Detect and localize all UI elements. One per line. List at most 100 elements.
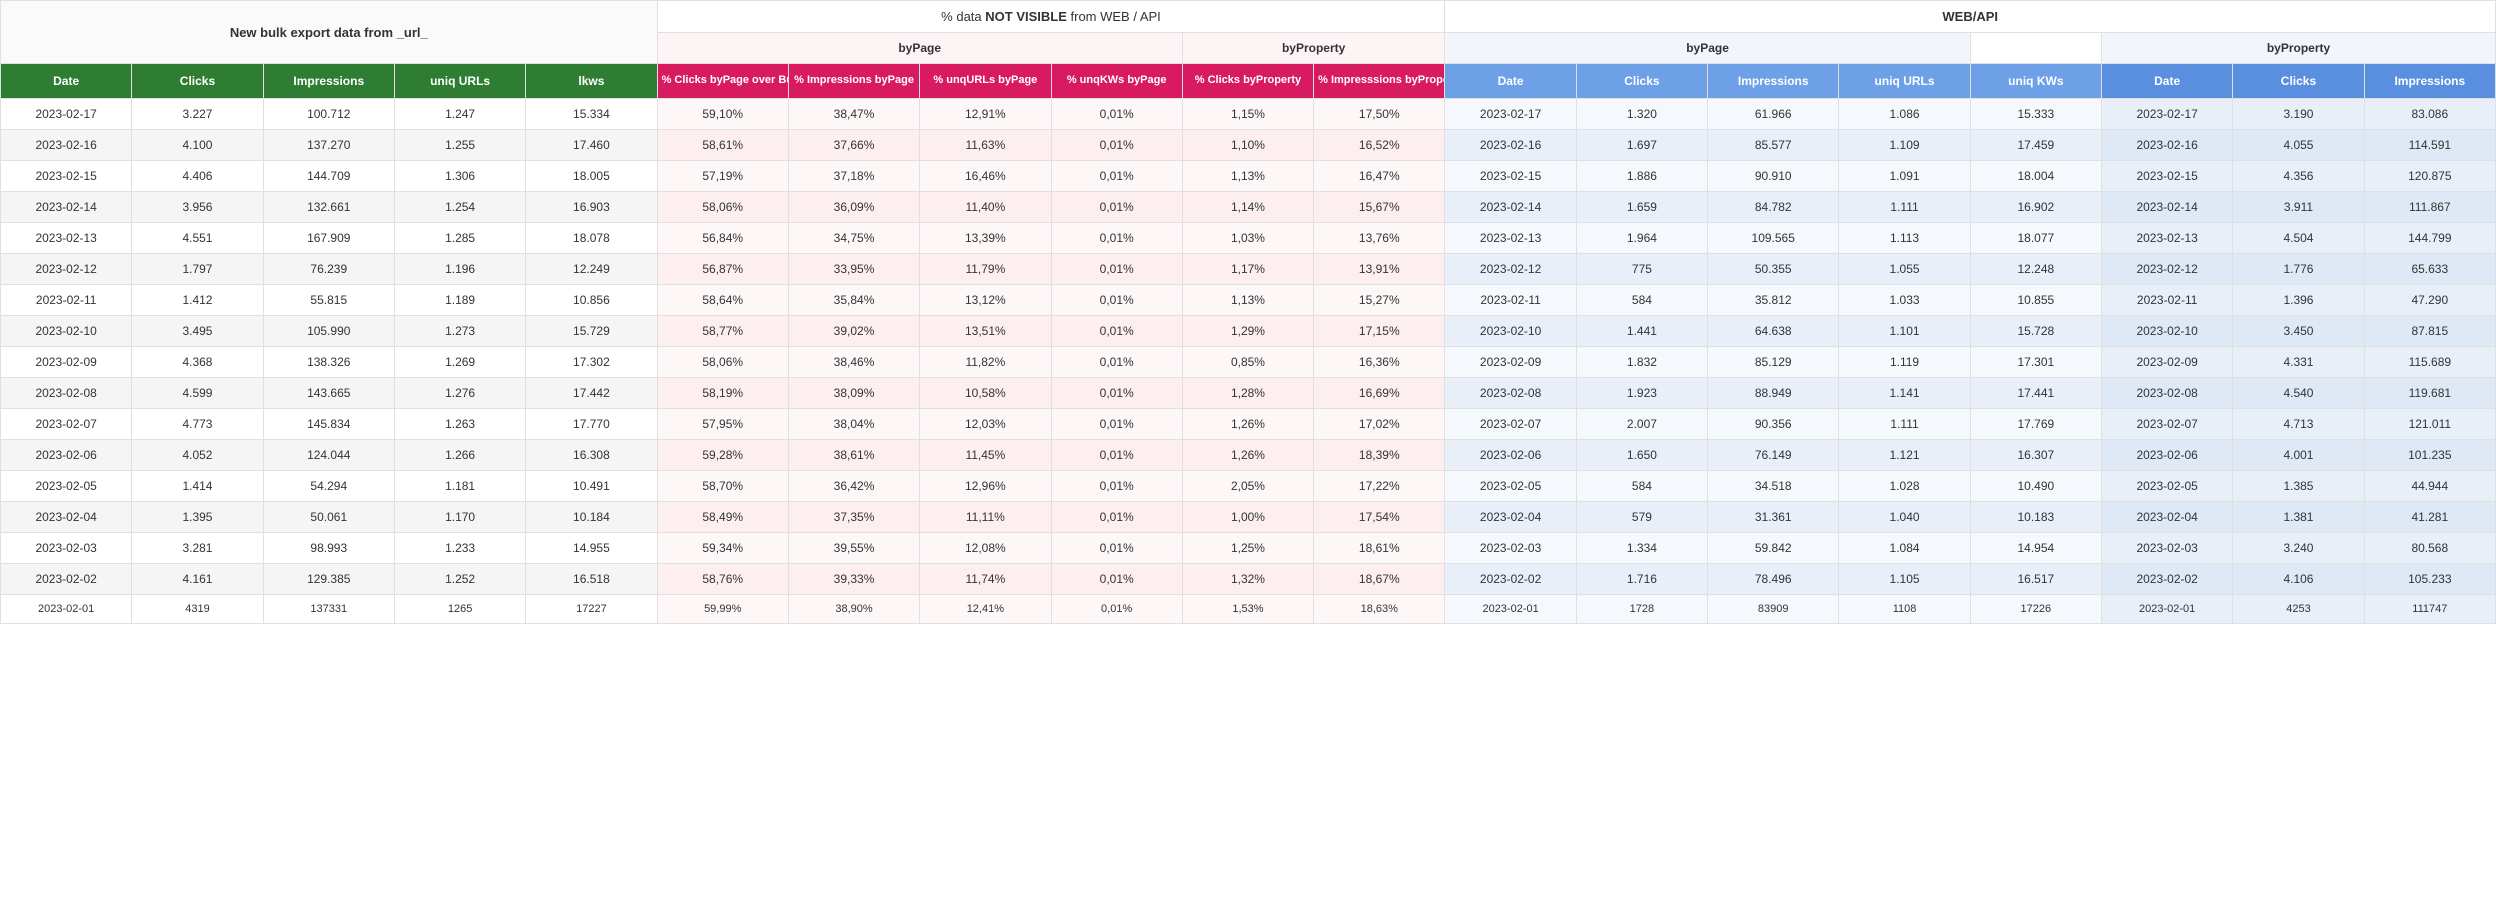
cell[interactable]: 1.716 bbox=[1576, 564, 1707, 595]
cell[interactable]: 2023-02-07 bbox=[2102, 409, 2233, 440]
col-header[interactable]: Impressions bbox=[263, 64, 394, 99]
cell[interactable]: 137.270 bbox=[263, 130, 394, 161]
cell[interactable]: 17,22% bbox=[1314, 471, 1445, 502]
cell[interactable]: 579 bbox=[1576, 502, 1707, 533]
cell[interactable]: 2023-02-09 bbox=[1, 347, 132, 378]
cell[interactable]: 12.248 bbox=[1970, 254, 2101, 285]
cell[interactable]: 17.460 bbox=[526, 130, 657, 161]
cell[interactable]: 41.281 bbox=[2364, 502, 2495, 533]
cell[interactable]: 1,26% bbox=[1182, 440, 1313, 471]
col-header[interactable]: Clicks bbox=[2233, 64, 2364, 99]
cell[interactable]: 111747 bbox=[2364, 595, 2495, 624]
cell[interactable]: 0,01% bbox=[1051, 316, 1182, 347]
cell[interactable]: 1.266 bbox=[394, 440, 525, 471]
cell[interactable]: 12,03% bbox=[920, 409, 1051, 440]
cell[interactable]: 1.233 bbox=[394, 533, 525, 564]
cell[interactable]: 1.121 bbox=[1839, 440, 1970, 471]
cell[interactable]: 16.517 bbox=[1970, 564, 2101, 595]
cell[interactable]: 1.441 bbox=[1576, 316, 1707, 347]
cell[interactable]: 38,04% bbox=[788, 409, 919, 440]
cell[interactable]: 1.269 bbox=[394, 347, 525, 378]
cell[interactable]: 1.320 bbox=[1576, 99, 1707, 130]
cell[interactable]: 1.109 bbox=[1839, 130, 1970, 161]
col-header[interactable]: uniq URLs bbox=[1839, 64, 1970, 99]
cell[interactable]: 88.949 bbox=[1708, 378, 1839, 409]
cell[interactable]: 2023-02-13 bbox=[1445, 223, 1576, 254]
cell[interactable]: 18,61% bbox=[1314, 533, 1445, 564]
cell[interactable]: 100.712 bbox=[263, 99, 394, 130]
cell[interactable]: 1.396 bbox=[2233, 285, 2364, 316]
cell[interactable]: 14.954 bbox=[1970, 533, 2101, 564]
cell[interactable]: 17.769 bbox=[1970, 409, 2101, 440]
cell[interactable]: 2023-02-01 bbox=[1, 595, 132, 624]
cell[interactable]: 1.055 bbox=[1839, 254, 1970, 285]
cell[interactable]: 1,13% bbox=[1182, 285, 1313, 316]
cell[interactable]: 59,10% bbox=[657, 99, 788, 130]
cell[interactable]: 105.233 bbox=[2364, 564, 2495, 595]
cell[interactable]: 2023-02-05 bbox=[1445, 471, 1576, 502]
cell[interactable]: 4.052 bbox=[132, 440, 263, 471]
cell[interactable]: 2023-02-07 bbox=[1445, 409, 1576, 440]
cell[interactable]: 85.129 bbox=[1708, 347, 1839, 378]
cell[interactable]: 17.301 bbox=[1970, 347, 2101, 378]
cell[interactable]: 2023-02-02 bbox=[1445, 564, 1576, 595]
cell[interactable]: 4.161 bbox=[132, 564, 263, 595]
cell[interactable]: 115.689 bbox=[2364, 347, 2495, 378]
cell[interactable]: 2023-02-02 bbox=[1, 564, 132, 595]
cell[interactable]: 1.273 bbox=[394, 316, 525, 347]
cell[interactable]: 2023-02-14 bbox=[1445, 192, 1576, 223]
table-row[interactable]: 2023-02-121.79776.2391.19612.24956,87%33… bbox=[1, 254, 2496, 285]
cell[interactable]: 2023-02-14 bbox=[1, 192, 132, 223]
cell[interactable]: 1108 bbox=[1839, 595, 1970, 624]
cell[interactable]: 1.306 bbox=[394, 161, 525, 192]
cell[interactable]: 59,34% bbox=[657, 533, 788, 564]
cell[interactable]: 1,10% bbox=[1182, 130, 1313, 161]
cell[interactable]: 3.495 bbox=[132, 316, 263, 347]
cell[interactable]: 17.770 bbox=[526, 409, 657, 440]
cell[interactable]: 17226 bbox=[1970, 595, 2101, 624]
cell[interactable]: 2023-02-16 bbox=[2102, 130, 2233, 161]
cell[interactable]: 18.077 bbox=[1970, 223, 2101, 254]
cell[interactable]: 3.911 bbox=[2233, 192, 2364, 223]
cell[interactable]: 0,01% bbox=[1051, 99, 1182, 130]
cell[interactable]: 18.078 bbox=[526, 223, 657, 254]
cell[interactable]: 2023-02-09 bbox=[2102, 347, 2233, 378]
cell[interactable]: 84.782 bbox=[1708, 192, 1839, 223]
cell[interactable]: 1728 bbox=[1576, 595, 1707, 624]
col-header[interactable]: Impressions bbox=[1708, 64, 1839, 99]
col-header[interactable]: % Clicks byProperty bbox=[1182, 64, 1313, 99]
cell[interactable]: 61.966 bbox=[1708, 99, 1839, 130]
cell[interactable]: 1,00% bbox=[1182, 502, 1313, 533]
table-row[interactable]: 2023-02-024.161129.3851.25216.51858,76%3… bbox=[1, 564, 2496, 595]
cell[interactable]: 1.091 bbox=[1839, 161, 1970, 192]
cell[interactable]: 4.368 bbox=[132, 347, 263, 378]
cell[interactable]: 15.728 bbox=[1970, 316, 2101, 347]
cell[interactable]: 167.909 bbox=[263, 223, 394, 254]
cell[interactable]: 1.170 bbox=[394, 502, 525, 533]
cell[interactable]: 15,27% bbox=[1314, 285, 1445, 316]
cell[interactable]: 0,01% bbox=[1051, 130, 1182, 161]
cell[interactable]: 17.302 bbox=[526, 347, 657, 378]
cell[interactable]: 0,01% bbox=[1051, 471, 1182, 502]
cell[interactable]: 58,76% bbox=[657, 564, 788, 595]
cell[interactable]: 1.101 bbox=[1839, 316, 1970, 347]
cell[interactable]: 38,46% bbox=[788, 347, 919, 378]
cell[interactable]: 10.490 bbox=[1970, 471, 2101, 502]
cell[interactable]: 2023-02-04 bbox=[2102, 502, 2233, 533]
cell[interactable]: 2023-02-04 bbox=[1, 502, 132, 533]
cell[interactable]: 2023-02-08 bbox=[1445, 378, 1576, 409]
cell[interactable]: 0,01% bbox=[1051, 440, 1182, 471]
cell[interactable]: 4.599 bbox=[132, 378, 263, 409]
cell[interactable]: 1,29% bbox=[1182, 316, 1313, 347]
cell[interactable]: 0,01% bbox=[1051, 502, 1182, 533]
cell[interactable]: 47.290 bbox=[2364, 285, 2495, 316]
cell[interactable]: 2023-02-05 bbox=[2102, 471, 2233, 502]
cell[interactable]: 1.105 bbox=[1839, 564, 1970, 595]
col-header[interactable]: lkws bbox=[526, 64, 657, 99]
cell[interactable]: 11,79% bbox=[920, 254, 1051, 285]
table-row[interactable]: 2023-02-111.41255.8151.18910.85658,64%35… bbox=[1, 285, 2496, 316]
table-row[interactable]: 2023-02-051.41454.2941.18110.49158,70%36… bbox=[1, 471, 2496, 502]
cell[interactable]: 55.815 bbox=[263, 285, 394, 316]
cell[interactable]: 10.183 bbox=[1970, 502, 2101, 533]
cell[interactable]: 584 bbox=[1576, 285, 1707, 316]
